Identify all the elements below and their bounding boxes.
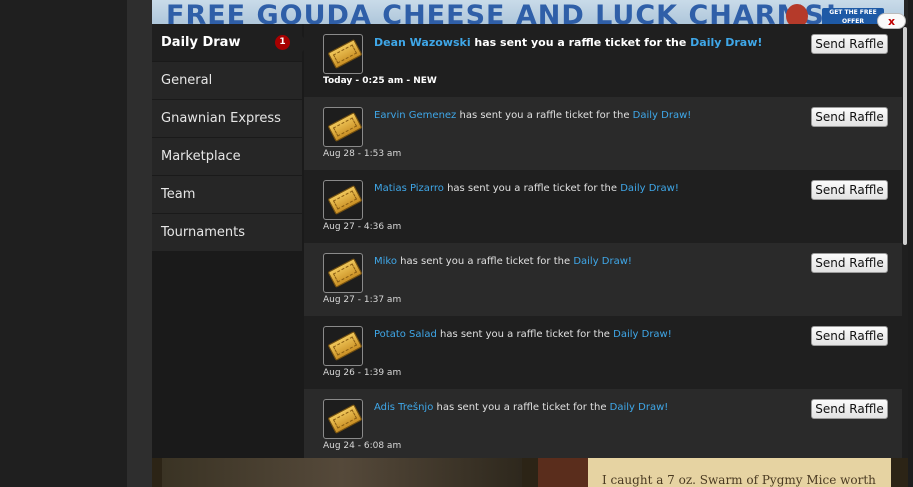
raffle-ticket-icon bbox=[323, 253, 363, 293]
raffle-ticket-icon bbox=[323, 34, 363, 74]
notification-message: Adis Trešnjo has sent you a raffle ticke… bbox=[374, 401, 804, 414]
send-raffle-button[interactable]: Send Raffle bbox=[811, 253, 888, 273]
sidebar-item-label: Team bbox=[161, 187, 196, 202]
unread-count-badge: 1 bbox=[275, 35, 290, 50]
background-image bbox=[162, 458, 522, 487]
notification-message: Matias Pizarro has sent you a raffle tic… bbox=[374, 182, 804, 195]
send-raffle-button[interactable]: Send Raffle bbox=[811, 34, 888, 54]
raffle-ticket-icon bbox=[323, 107, 363, 147]
notification-timestamp: Today - 0:25 am - NEW bbox=[323, 76, 437, 86]
sidebar-item-gnawnian-express[interactable]: Gnawnian Express bbox=[152, 100, 302, 138]
sidebar-item-daily-draw[interactable]: Daily Draw 1 bbox=[152, 24, 302, 62]
page-background-column bbox=[127, 0, 152, 487]
sender-link[interactable]: Matias Pizarro bbox=[374, 183, 444, 194]
page-background-left bbox=[0, 0, 127, 487]
send-raffle-button[interactable]: Send Raffle bbox=[811, 326, 888, 346]
notification-message: Earvin Gemenez has sent you a raffle tic… bbox=[374, 109, 804, 122]
daily-draw-link[interactable]: Daily Draw! bbox=[573, 256, 632, 267]
daily-draw-link[interactable]: Daily Draw! bbox=[633, 110, 692, 121]
sidebar-item-label: Daily Draw bbox=[161, 35, 241, 50]
scrollbar[interactable] bbox=[902, 24, 908, 458]
close-button[interactable]: x bbox=[877, 13, 906, 29]
notification-row: Matias Pizarro has sent you a raffle tic… bbox=[304, 170, 902, 243]
sidebar-item-marketplace[interactable]: Marketplace bbox=[152, 138, 302, 176]
notification-list: Dean Wazowski has sent you a raffle tick… bbox=[304, 24, 902, 458]
sender-link[interactable]: Earvin Gemenez bbox=[374, 110, 456, 121]
sidebar-item-label: Marketplace bbox=[161, 149, 241, 164]
sender-link[interactable]: Miko bbox=[374, 256, 397, 267]
message-text: has sent you a raffle ticket for the bbox=[396, 256, 574, 267]
sidebar-item-tournaments[interactable]: Tournaments bbox=[152, 214, 302, 252]
background-journal-entry: I caught a 7 oz. Swarm of Pygmy Mice wor… bbox=[588, 458, 891, 487]
daily-draw-link[interactable]: Daily Draw! bbox=[613, 329, 672, 340]
daily-draw-link[interactable]: Daily Draw! bbox=[610, 402, 669, 413]
raffle-ticket-icon bbox=[323, 180, 363, 220]
notification-row: Dean Wazowski has sent you a raffle tick… bbox=[304, 24, 902, 97]
notification-timestamp: Aug 27 - 4:36 am bbox=[323, 222, 402, 232]
notification-row: Earvin Gemenez has sent you a raffle tic… bbox=[304, 97, 902, 170]
message-text: has sent you a raffle ticket for the bbox=[456, 110, 633, 121]
notification-sidebar: Daily Draw 1 General Gnawnian Express Ma… bbox=[152, 24, 302, 458]
notification-message: Potato Salad has sent you a raffle ticke… bbox=[374, 328, 804, 341]
notification-popup: Daily Draw 1 General Gnawnian Express Ma… bbox=[152, 24, 908, 458]
daily-draw-link[interactable]: Daily Draw! bbox=[690, 36, 762, 49]
background-image bbox=[538, 458, 588, 487]
sidebar-item-team[interactable]: Team bbox=[152, 176, 302, 214]
notification-timestamp: Aug 27 - 1:37 am bbox=[323, 295, 402, 305]
journal-entry-text: I caught a 7 oz. Swarm of Pygmy Mice wor… bbox=[602, 473, 876, 487]
sender-link[interactable]: Adis Trešnjo bbox=[374, 402, 433, 413]
notification-message: Dean Wazowski has sent you a raffle tick… bbox=[374, 36, 804, 49]
page-background-bottom: I caught a 7 oz. Swarm of Pygmy Mice wor… bbox=[152, 458, 908, 487]
message-text: has sent you a raffle ticket for the bbox=[470, 36, 691, 49]
send-raffle-button[interactable]: Send Raffle bbox=[811, 180, 888, 200]
daily-draw-link[interactable]: Daily Draw! bbox=[620, 183, 679, 194]
sidebar-item-label: Gnawnian Express bbox=[161, 111, 281, 126]
scrollbar-thumb[interactable] bbox=[903, 27, 907, 245]
notification-timestamp: Aug 24 - 6:08 am bbox=[323, 441, 402, 451]
notification-timestamp: Aug 26 - 1:39 am bbox=[323, 368, 402, 378]
sidebar-item-label: Tournaments bbox=[161, 225, 246, 240]
sender-link[interactable]: Potato Salad bbox=[374, 329, 437, 340]
page-background-right bbox=[908, 0, 913, 487]
notification-row: Potato Salad has sent you a raffle ticke… bbox=[304, 316, 902, 389]
sender-link[interactable]: Dean Wazowski bbox=[374, 36, 471, 49]
raffle-ticket-icon bbox=[323, 399, 363, 439]
notification-row: Miko has sent you a raffle ticket for th… bbox=[304, 243, 902, 316]
notification-row: Adis Trešnjo has sent you a raffle ticke… bbox=[304, 389, 902, 458]
message-text: has sent you a raffle ticket for the bbox=[443, 183, 621, 194]
send-raffle-button[interactable]: Send Raffle bbox=[811, 399, 888, 419]
raffle-ticket-icon bbox=[323, 326, 363, 366]
notification-timestamp: Aug 28 - 1:53 am bbox=[323, 149, 402, 159]
send-raffle-button[interactable]: Send Raffle bbox=[811, 107, 888, 127]
notification-message: Miko has sent you a raffle ticket for th… bbox=[374, 255, 804, 268]
message-text: has sent you a raffle ticket for the bbox=[433, 402, 610, 413]
sidebar-item-label: General bbox=[161, 73, 213, 88]
sidebar-item-general[interactable]: General bbox=[152, 62, 302, 100]
message-text: has sent you a raffle ticket for the bbox=[436, 329, 614, 340]
